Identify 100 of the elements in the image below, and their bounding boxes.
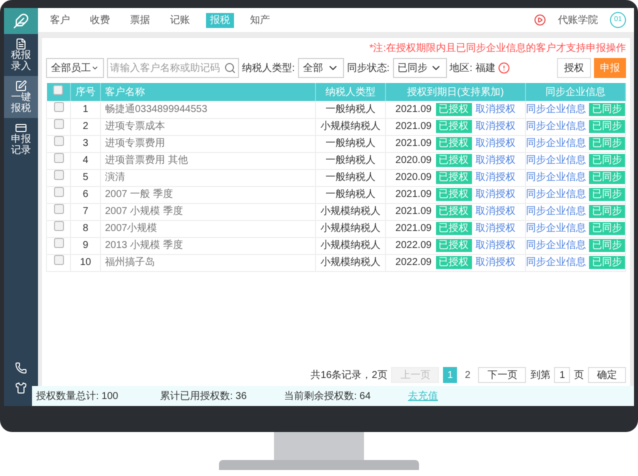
checkbox[interactable] — [53, 84, 64, 94]
sync-link[interactable]: 同步企业信息 — [526, 238, 586, 253]
stats-text: 当前剩余授权数: 64 — [284, 390, 372, 404]
taxpayer-select[interactable]: 全部 — [298, 58, 344, 78]
column-header: 授权到期日(支持累加) — [386, 83, 526, 101]
table-cell: 畅捷通0334899944553 — [100, 101, 316, 118]
cancel-link[interactable]: 取消授权 — [476, 170, 516, 185]
phone-icon — [15, 362, 27, 374]
status-badge: 已授权 — [436, 137, 472, 150]
note-text: *注:在授权期限内且已同步企业信息的客户才支持申报操作 — [369, 42, 626, 56]
checkbox[interactable] — [54, 136, 64, 146]
employee-select[interactable]: 全部员工 — [46, 58, 104, 78]
checkbox[interactable] — [54, 221, 64, 231]
checkbox[interactable] — [54, 102, 64, 112]
sidebar-item[interactable]: 申报记录 — [4, 118, 38, 160]
table-cell: 3 — [70, 135, 100, 152]
status-badge: 已授权 — [436, 222, 472, 235]
nav-tab[interactable]: 客户 — [46, 12, 74, 28]
checkbox[interactable] — [54, 255, 64, 265]
authorize-button[interactable]: 授权 — [557, 58, 591, 78]
expiry-date: 2021.09 — [395, 205, 432, 219]
status-badge: 已同步 — [589, 205, 625, 218]
table-cell: 演清 — [100, 169, 316, 186]
sync-link[interactable]: 同步企业信息 — [526, 153, 586, 168]
sync-select[interactable]: 已同步 — [392, 58, 447, 78]
checkbox[interactable] — [54, 170, 64, 180]
table-cell: 一般纳税人 — [316, 186, 386, 203]
checkbox[interactable] — [54, 153, 64, 163]
search-field[interactable]: 请输入客户名称或助记码 — [107, 58, 239, 78]
taxpayer-label: 纳税人类型: — [242, 62, 295, 76]
nav-tab[interactable]: 票据 — [126, 12, 154, 28]
status-badge: 已授权 — [436, 120, 472, 133]
next-page-button[interactable]: 下一页 — [478, 367, 526, 383]
table-cell: 小规模纳税人 — [316, 254, 386, 271]
cancel-link[interactable]: 取消授权 — [476, 153, 516, 168]
sync-link[interactable]: 同步企业信息 — [526, 170, 586, 185]
expiry-date: 2021.09 — [395, 188, 432, 202]
table-cell: 一般纳税人 — [316, 135, 386, 152]
sidebar-item[interactable]: 一键报税 — [4, 76, 38, 118]
table-cell: 1 — [70, 101, 100, 118]
feather-logo-icon — [13, 13, 29, 29]
region-label: 地区: — [450, 62, 472, 76]
stats-text: 累计已用授权数: 36 — [160, 390, 248, 404]
table-cell: 进项专票成本 — [100, 118, 316, 135]
declare-button[interactable]: 申报 — [594, 58, 626, 78]
cancel-link[interactable]: 取消授权 — [476, 238, 516, 253]
table-cell: 进项普票费用 其他 — [100, 152, 316, 169]
status-badge: 已同步 — [589, 154, 625, 167]
sync-link[interactable]: 同步企业信息 — [526, 102, 586, 117]
column-header: 纳税人类型 — [316, 83, 386, 101]
expiry-date: 2021.09 — [395, 120, 432, 134]
table-cell: 2007小规模 — [100, 220, 316, 237]
academy-link[interactable]: 代账学院 — [558, 12, 598, 28]
table-cell: 2007 一般 季度 — [100, 186, 316, 203]
page-button[interactable]: 2 — [460, 367, 474, 383]
nav-tab[interactable]: 报税 — [206, 12, 234, 28]
expiry-date: 2022.09 — [395, 239, 432, 253]
column-header: 客户名称 — [100, 83, 316, 101]
table-cell: 5 — [70, 169, 100, 186]
table-cell: 小规模纳税人 — [316, 237, 386, 254]
cancel-link[interactable]: 取消授权 — [476, 102, 516, 117]
sync-link[interactable]: 同步企业信息 — [526, 204, 586, 219]
table-cell: 10 — [70, 254, 100, 271]
expiry-date: 2021.09 — [395, 222, 432, 236]
cancel-link[interactable]: 取消授权 — [476, 119, 516, 134]
sync-link[interactable]: 同步企业信息 — [526, 255, 586, 270]
cancel-link[interactable]: 取消授权 — [476, 187, 516, 202]
cancel-link[interactable]: 取消授权 — [476, 204, 516, 219]
cancel-link[interactable]: 取消授权 — [476, 221, 516, 236]
checkbox[interactable] — [54, 187, 64, 197]
status-badge: 已同步 — [589, 239, 625, 252]
cancel-link[interactable]: 取消授权 — [476, 136, 516, 151]
recharge-link[interactable]: 去充值 — [408, 388, 438, 404]
sidebar-item[interactable]: 税报录入 — [4, 34, 38, 76]
stats-text: 授权数量总计: 100 — [36, 390, 120, 404]
status-badge: 已同步 — [589, 102, 625, 116]
sync-link[interactable]: 同步企业信息 — [526, 119, 586, 134]
status-badge: 已同步 — [589, 137, 625, 150]
cancel-link[interactable]: 取消授权 — [476, 255, 516, 270]
page-button[interactable]: 1 — [443, 367, 457, 383]
nav-tab[interactable]: 知产 — [246, 12, 274, 28]
status-badge: 已授权 — [436, 102, 472, 116]
status-badge: 已同步 — [589, 171, 625, 184]
sync-link[interactable]: 同步企业信息 — [526, 221, 586, 236]
nav-tab[interactable]: 记账 — [166, 12, 194, 28]
status-badge: 已授权 — [436, 205, 472, 218]
shirt-icon — [15, 382, 27, 394]
status-badge: 已授权 — [436, 154, 472, 167]
status-badge: 已授权 — [436, 188, 472, 201]
confirm-button[interactable]: 确定 — [588, 367, 626, 383]
table-cell: 2 — [70, 118, 100, 135]
checkbox[interactable] — [54, 119, 64, 129]
sync-link[interactable]: 同步企业信息 — [526, 136, 586, 151]
nav-tab[interactable]: 收费 — [86, 12, 114, 28]
expiry-date: 2021.09 — [395, 102, 432, 117]
page-input[interactable]: 1 — [554, 367, 570, 383]
checkbox[interactable] — [54, 238, 64, 248]
checkbox[interactable] — [54, 204, 64, 214]
table-cell: 2013 小规模 季度 — [100, 237, 316, 254]
sync-link[interactable]: 同步企业信息 — [526, 187, 586, 202]
